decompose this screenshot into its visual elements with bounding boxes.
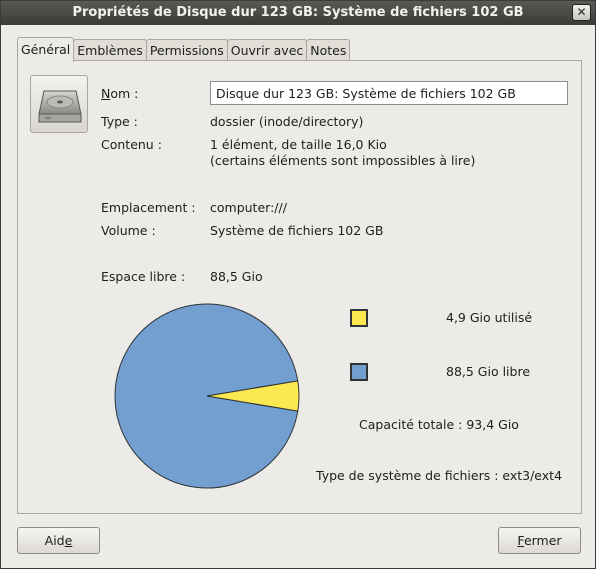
tab-notes[interactable]: Notes xyxy=(306,39,351,61)
disk-usage-pie xyxy=(114,303,300,489)
contents-value-line1: 1 élément, de taille 16,0 Kio xyxy=(210,137,387,152)
contents-label: Contenu : xyxy=(101,137,162,152)
close-icon: ✕ xyxy=(576,5,587,19)
name-label: Nom : xyxy=(101,86,139,101)
window-title: Propriétés de Disque dur 123 GB: Système… xyxy=(72,5,524,20)
volume-label: Volume : xyxy=(101,223,156,238)
free-space-text: 88,5 Gio libre xyxy=(446,364,531,379)
free-space-value: 88,5 Gio xyxy=(210,269,263,284)
close-window-button[interactable]: ✕ xyxy=(572,4,591,21)
close-button[interactable]: Fermer xyxy=(498,527,581,554)
used-space-text: 4,9 Gio utilisé xyxy=(446,310,533,325)
harddisk-icon xyxy=(38,90,82,123)
free-space-label: Espace libre : xyxy=(101,269,186,284)
tab-bar: Général Emblèmes Permissions Ouvrir avec… xyxy=(17,37,351,62)
icon-button[interactable] xyxy=(30,75,88,133)
help-button[interactable]: Aide xyxy=(17,527,100,554)
filesystem-type-text: Type de système de fichiers : ext3/ext4 xyxy=(316,468,563,483)
properties-window: Propriétés de Disque dur 123 GB: Système… xyxy=(0,0,596,569)
location-value: computer:/// xyxy=(210,200,287,215)
tab-open-with[interactable]: Ouvrir avec xyxy=(226,39,308,61)
tab-general[interactable]: Général xyxy=(17,37,75,62)
free-color-swatch xyxy=(350,363,368,381)
contents-value-line2: (certains éléments sont impossibles à li… xyxy=(210,153,476,168)
tab-permissions[interactable]: Permissions xyxy=(145,39,228,61)
total-capacity-text: Capacité totale : 93,4 Gio xyxy=(359,417,519,432)
type-label: Type : xyxy=(101,114,138,129)
tab-emblems[interactable]: Emblèmes xyxy=(73,39,147,61)
title-bar[interactable]: Propriétés de Disque dur 123 GB: Système… xyxy=(1,1,595,25)
location-label: Emplacement : xyxy=(101,200,196,215)
name-field[interactable] xyxy=(210,81,568,105)
type-value: dossier (inode/directory) xyxy=(210,114,364,129)
used-color-swatch xyxy=(350,309,368,327)
volume-value: Système de fichiers 102 GB xyxy=(210,223,384,238)
